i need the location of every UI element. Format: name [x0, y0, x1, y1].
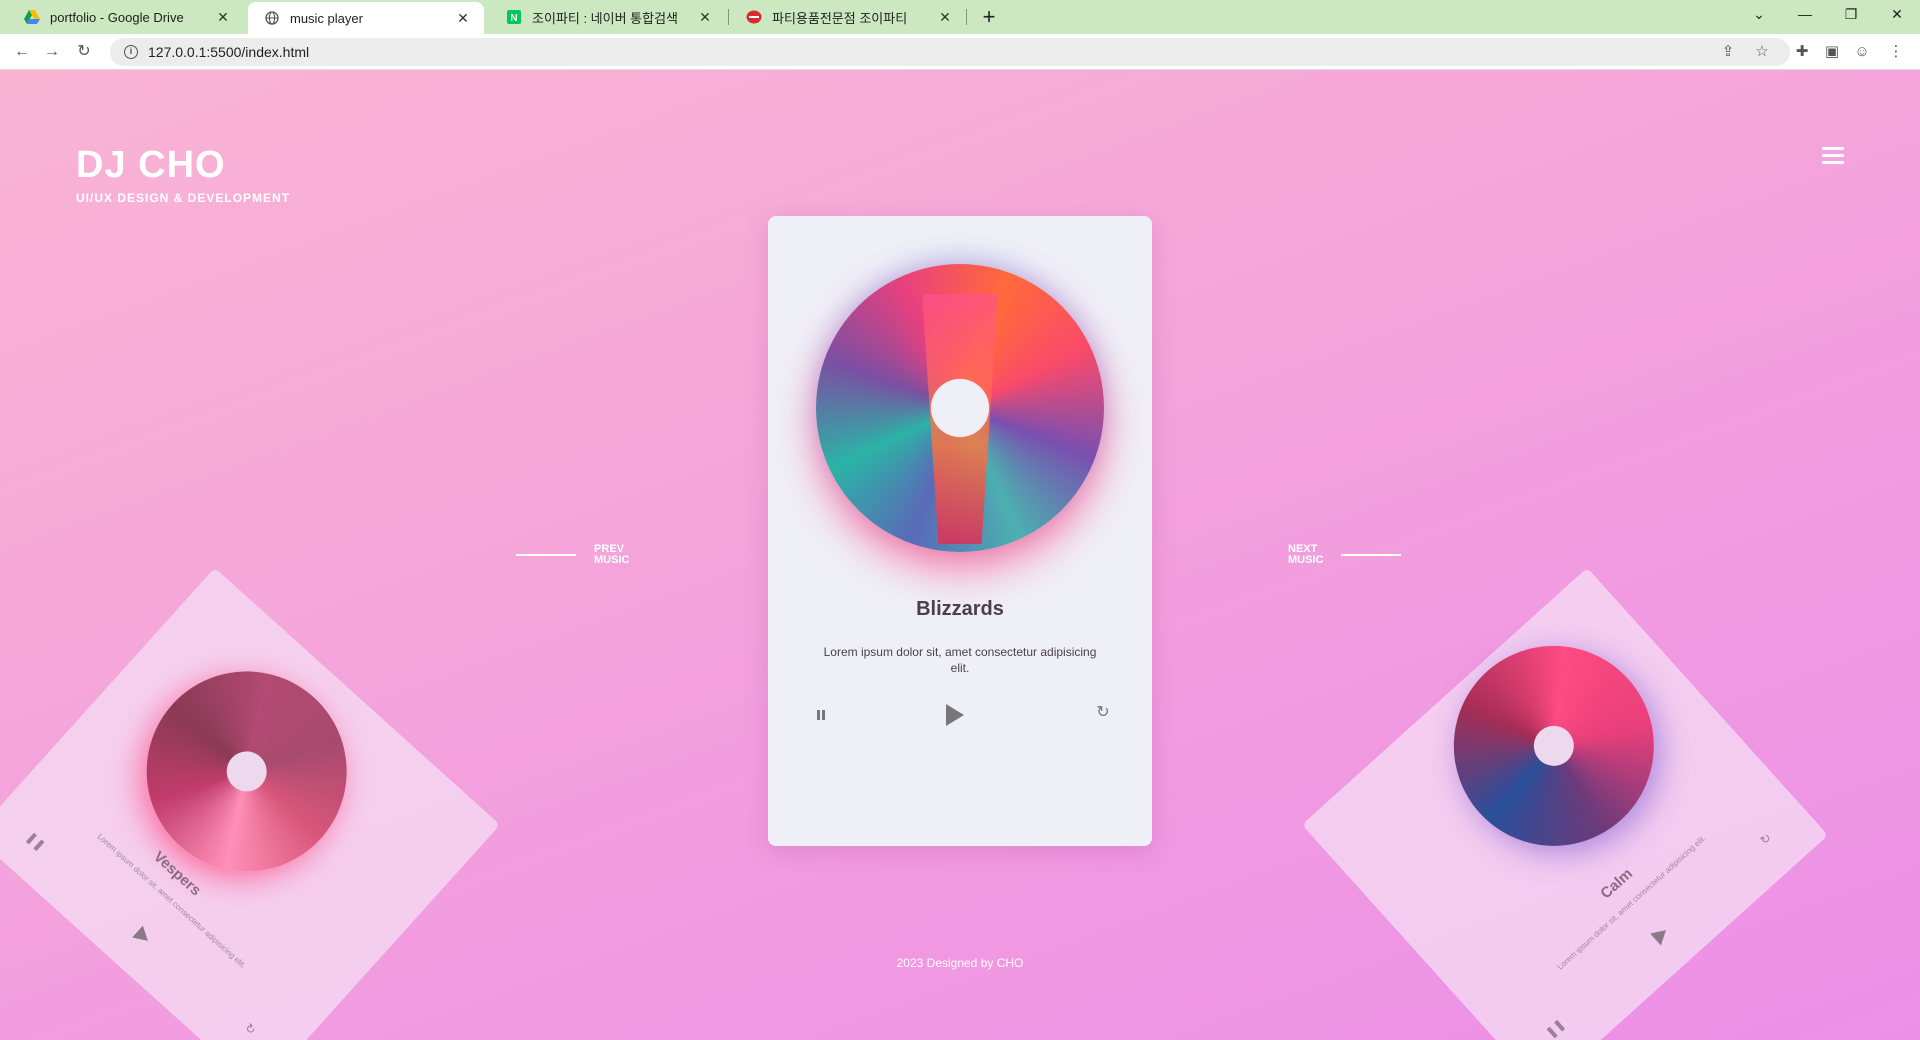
album-disc — [816, 264, 1104, 552]
profile-icon[interactable]: ☺ — [1852, 42, 1872, 62]
tab-separator — [728, 9, 729, 25]
share-icon[interactable]: ⇪ — [1718, 42, 1738, 62]
tab-naver-search[interactable]: N 조이파티 : 네이버 통합검색 ✕ — [490, 0, 726, 34]
joyparty-icon — [746, 9, 762, 25]
pause-icon[interactable]: ❚❚ — [24, 829, 48, 853]
url-text: 127.0.0.1:5500/index.html — [148, 44, 310, 60]
track-title: Blizzards — [916, 598, 1004, 620]
back-arrow-icon[interactable]: ← — [10, 40, 34, 64]
prev-line-decoration — [516, 554, 576, 556]
replay-icon[interactable]: ↻ — [1757, 831, 1774, 848]
pause-icon[interactable]: ❚❚ — [1543, 1016, 1567, 1040]
now-playing-card: Blizzards Lorem ipsum dolor sit, amet co… — [768, 216, 1152, 846]
pause-icon[interactable] — [814, 708, 828, 722]
prev-album-disc — [105, 630, 388, 913]
google-drive-icon — [24, 9, 40, 25]
tab-search-chevron-icon[interactable]: ⌄ — [1736, 0, 1782, 30]
next-album-disc — [1412, 604, 1696, 888]
brand-title: DJ CHO — [76, 144, 226, 186]
browser-tab-bar: portfolio - Google Drive ✕ music player … — [0, 0, 1920, 34]
svg-text:N: N — [510, 13, 517, 24]
extensions-puzzle-icon[interactable]: ✚ — [1792, 42, 1812, 62]
music-player-page: DJ CHO UI/UX DESIGN & DEVELOPMENT PREV M… — [0, 70, 1920, 1040]
close-icon[interactable]: ✕ — [214, 9, 232, 26]
brand[interactable]: DJ CHO UI/UX DESIGN & DEVELOPMENT — [76, 144, 290, 205]
more-menu-icon[interactable]: ⋮ — [1886, 42, 1906, 62]
forward-arrow-icon[interactable]: → — [40, 40, 64, 64]
site-info-icon[interactable]: i — [124, 45, 138, 59]
tab-joyparty[interactable]: 파티용품전문점 조이파티 ✕ — [730, 0, 966, 34]
minimize-button[interactable]: — — [1782, 0, 1828, 30]
next-music-button[interactable]: NEXT MUSIC — [1288, 544, 1402, 566]
footer-credit: 2023 Designed by CHO — [896, 956, 1024, 970]
close-icon[interactable]: ✕ — [454, 10, 472, 27]
replay-icon[interactable]: ↻ — [242, 1020, 259, 1037]
play-icon[interactable] — [1650, 924, 1672, 946]
play-icon[interactable] — [946, 704, 964, 726]
side-panel-icon[interactable]: ▣ — [1822, 42, 1842, 62]
next-line-decoration — [1341, 554, 1402, 556]
hamburger-menu-icon[interactable] — [1822, 147, 1844, 165]
prev-music-button[interactable]: PREV MUSIC — [516, 544, 629, 566]
play-icon[interactable] — [132, 925, 154, 947]
disc-center-hole — [931, 379, 989, 437]
tab-music-player[interactable]: music player ✕ — [248, 2, 484, 34]
track-description: Lorem ipsum dolor sit, amet consectetur … — [823, 645, 1097, 675]
tab-google-drive[interactable]: portfolio - Google Drive ✕ — [8, 0, 244, 34]
address-bar-row: ← → ↻ i 127.0.0.1:5500/index.html ⇪ ☆ ✚ … — [0, 34, 1920, 70]
new-tab-button[interactable]: + — [975, 4, 1003, 32]
url-field[interactable]: i 127.0.0.1:5500/index.html — [110, 38, 1790, 66]
window-close-button[interactable]: ✕ — [1874, 0, 1920, 30]
close-icon[interactable]: ✕ — [696, 9, 714, 26]
restore-button[interactable]: ❐ — [1828, 0, 1874, 30]
close-icon[interactable]: ✕ — [936, 9, 954, 26]
next-track-description: Lorem ipsum dolor sit, amet consectetur … — [1555, 833, 1708, 972]
naver-icon: N — [506, 9, 522, 25]
bookmark-star-icon[interactable]: ☆ — [1752, 42, 1772, 62]
tab-separator — [966, 9, 967, 25]
brand-subtitle: UI/UX DESIGN & DEVELOPMENT — [76, 191, 291, 205]
replay-icon[interactable]: ↻ — [1094, 704, 1112, 722]
globe-icon — [264, 10, 280, 26]
reload-icon[interactable]: ↻ — [72, 40, 96, 64]
